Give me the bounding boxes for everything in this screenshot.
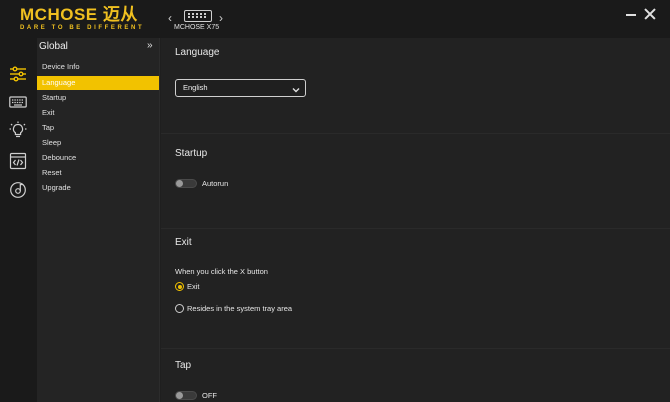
chevron-down-icon [292,84,300,93]
menu-item-device-info[interactable]: Device Info [37,60,159,74]
language-select[interactable]: English [175,79,306,97]
collapse-icon[interactable]: » [147,41,157,51]
device-name: MCHOSE X75 [174,24,220,31]
tap-state-label: OFF [202,391,217,400]
prev-device-icon[interactable]: ‹ [168,12,172,24]
code-icon[interactable] [9,152,27,170]
section-divider [161,348,670,349]
menu-item-startup[interactable]: Startup [37,91,159,105]
exit-title: Exit [175,237,192,248]
startup-title: Startup [175,148,208,159]
bulb-icon[interactable] [9,121,27,139]
minimize-button[interactable] [624,8,638,22]
exit-prompt: When you click the X button [175,267,268,276]
menu-item-exit[interactable]: Exit [37,106,159,120]
device-switcher: ‹ › MCHOSE X75 [166,6,230,34]
logo-tagline: DARE TO BE DIFFERENT [20,25,145,31]
tap-title: Tap [175,360,192,371]
brand-logo: MCHOSE 迈从 DARE TO BE DIFFERENT [20,6,144,32]
next-device-icon[interactable]: › [219,12,223,24]
close-button[interactable] [642,6,658,22]
exit-radio-exit[interactable] [175,282,184,291]
disc-icon[interactable] [9,181,27,199]
language-selected-value: English [183,83,208,92]
settings-submenu: Global » Device Info Language Startup Ex… [37,38,160,402]
section-divider [161,228,670,229]
exit-radio-tray[interactable] [175,304,184,313]
language-title: Language [175,47,220,58]
logo-text: MCHOSE 迈从 [20,5,138,24]
menu-item-upgrade[interactable]: Upgrade [37,181,159,195]
device-keyboard-icon [184,10,212,22]
tap-toggle[interactable] [175,391,197,400]
title-bar: MCHOSE 迈从 DARE TO BE DIFFERENT ‹ › MCHOS… [0,0,670,38]
menu-item-language[interactable]: Language [37,76,159,90]
menu-item-debounce[interactable]: Debounce [37,151,159,165]
menu-item-reset[interactable]: Reset [37,166,159,180]
exit-option-tray-label: Resides in the system tray area [187,304,293,313]
menu-item-tap[interactable]: Tap [37,121,159,135]
menu-item-sleep[interactable]: Sleep [37,136,159,150]
autorun-toggle[interactable] [175,179,197,188]
sliders-icon[interactable] [9,65,27,83]
submenu-header: Global [39,41,68,52]
autorun-label: Autorun [202,179,229,188]
section-divider [161,133,670,134]
icon-rail [0,38,37,402]
exit-option-exit-label: Exit [187,282,200,291]
keyboard-icon[interactable] [9,93,27,111]
main-panel: Language English Startup Autorun Exit Wh… [161,38,670,402]
